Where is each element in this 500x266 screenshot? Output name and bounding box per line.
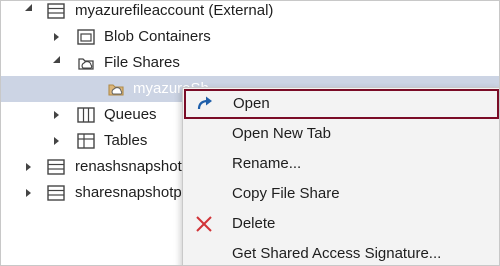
menu-item-delete[interactable]: Delete (183, 209, 499, 239)
blob-container-icon (77, 28, 95, 46)
tree-label-snapshot-2: sharesnapshotpe (75, 184, 191, 201)
explorer-panel: myazurefileaccount (External) Blob Conta… (0, 0, 500, 266)
menu-item-copy-file-share[interactable]: Copy File Share (183, 179, 499, 209)
delete-x-icon (194, 214, 214, 234)
menu-label-rename: Rename... (232, 155, 302, 172)
table-icon (77, 132, 95, 150)
menu-label-open-new-tab: Open New Tab (232, 125, 331, 142)
collapsed-arrow-icon[interactable] (24, 180, 34, 206)
tree-row-account[interactable]: myazurefileaccount (External) (1, 1, 499, 24)
tree-label-snapshot-1: renashsnapshot (75, 158, 182, 175)
collapsed-arrow-icon[interactable] (52, 128, 62, 154)
open-arrow-icon (195, 94, 215, 114)
file-share-icon (77, 54, 95, 72)
expanded-arrow-icon[interactable] (52, 50, 62, 76)
storage-account-icon (47, 184, 65, 202)
tree-label-file-shares: File Shares (104, 54, 180, 71)
collapsed-arrow-icon[interactable] (52, 24, 62, 50)
queue-icon (77, 106, 95, 124)
tree-label-tables: Tables (104, 132, 148, 149)
storage-account-icon (47, 158, 65, 176)
menu-label-copy-file-share: Copy File Share (232, 185, 340, 202)
collapsed-arrow-icon[interactable] (52, 102, 62, 128)
tree-label-account: myazurefileaccount (External) (75, 2, 274, 19)
menu-item-open[interactable]: Open (184, 89, 499, 119)
file-share-icon (107, 80, 125, 98)
collapsed-arrow-icon[interactable] (24, 154, 34, 180)
menu-item-rename[interactable]: Rename... (183, 149, 499, 179)
tree-label-queues: Queues (104, 106, 157, 123)
storage-account-icon (47, 2, 65, 20)
menu-label-get-sas: Get Shared Access Signature... (232, 245, 442, 262)
tree-row-blob-containers[interactable]: Blob Containers (1, 24, 499, 50)
tree-row-file-shares[interactable]: File Shares (1, 50, 499, 76)
expanded-arrow-icon[interactable] (24, 1, 34, 24)
tree-label-blob-containers: Blob Containers (104, 28, 211, 45)
menu-label-delete: Delete (232, 215, 276, 232)
menu-label-open: Open (233, 95, 270, 112)
menu-item-get-sas[interactable]: Get Shared Access Signature... (183, 239, 499, 265)
menu-item-open-new-tab[interactable]: Open New Tab (183, 119, 499, 149)
context-menu: Open Open New Tab Rename... Copy File Sh… (182, 87, 499, 265)
